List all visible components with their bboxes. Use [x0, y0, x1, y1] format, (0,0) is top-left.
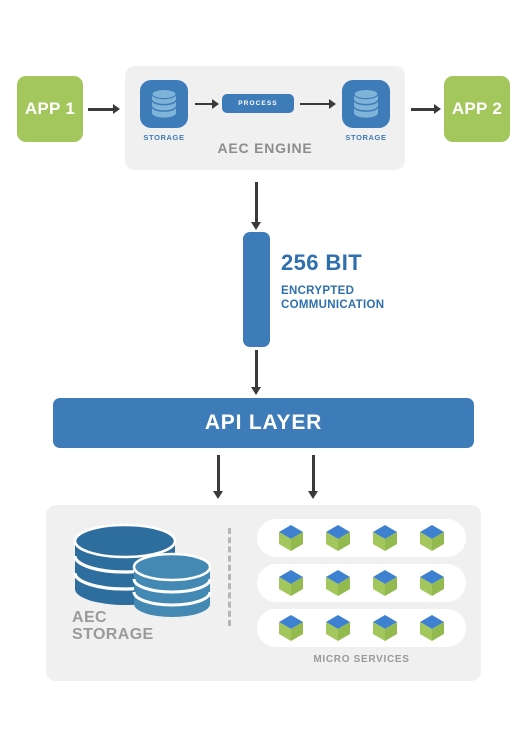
cube-icon — [325, 525, 350, 551]
arrow-engine-to-encryption — [251, 182, 261, 230]
arrow-storage-to-process — [195, 99, 219, 109]
cube-icon — [373, 570, 398, 596]
cube-icon — [325, 615, 350, 641]
cube-icon — [420, 615, 445, 641]
micro-services-group: MICRO SERVICES — [257, 519, 466, 665]
encryption-subtitle: ENCRYPTED COMMUNICATION — [281, 284, 491, 312]
aec-engine-title: AEC ENGINE — [217, 140, 313, 156]
api-layer-bar: API LAYER — [53, 398, 474, 448]
aec-storage-group — [68, 523, 238, 623]
engine-storage-out: STORAGE — [342, 80, 390, 142]
arrow-engine-to-app2 — [411, 104, 441, 114]
app-1-box: APP 1 — [17, 76, 83, 142]
engine-storage-in: STORAGE — [140, 80, 188, 142]
infrastructure-panel: AEC STORAGE MICRO SERVICES — [46, 505, 481, 681]
encryption-text-group: 256 BIT ENCRYPTED COMMUNICATION — [281, 250, 491, 312]
api-layer-label: API LAYER — [204, 411, 323, 434]
arrow-app1-to-engine — [88, 104, 120, 114]
aec-storage-label-line-1: AEC — [72, 609, 107, 626]
aec-engine-panel: STORAGE PROCESS STORAGE AEC ENGINE — [125, 66, 405, 170]
panel-divider — [228, 528, 231, 626]
service-row — [257, 519, 466, 557]
process-label: PROCESS — [238, 100, 278, 107]
storage-tile — [140, 80, 188, 128]
encryption-subtitle-line-2: COMMUNICATION — [281, 299, 385, 312]
arrow-encryption-to-api — [251, 350, 261, 395]
service-row — [257, 609, 466, 647]
encryption-bar — [243, 232, 270, 347]
process-pill: PROCESS — [222, 94, 294, 113]
cube-icon — [278, 525, 303, 551]
database-icon — [353, 89, 379, 118]
arrow-api-to-storage — [213, 455, 223, 499]
encryption-subtitle-line-1: ENCRYPTED — [281, 285, 355, 297]
cube-icon — [278, 570, 303, 596]
cube-icon — [420, 525, 445, 551]
app-2-box: APP 2 — [444, 76, 510, 142]
cube-icon — [373, 525, 398, 551]
cube-icon — [373, 615, 398, 641]
app-1-label: APP 1 — [24, 99, 76, 118]
app-2-label: APP 2 — [451, 99, 503, 118]
cube-icon — [278, 615, 303, 641]
service-row — [257, 564, 466, 602]
database-stack-icon — [73, 523, 212, 617]
cube-icon — [325, 570, 350, 596]
aec-storage-label: AEC STORAGE — [72, 609, 154, 644]
storage-tile — [342, 80, 390, 128]
cube-icon — [420, 570, 445, 596]
arrow-process-to-storage — [300, 99, 336, 109]
architecture-diagram: APP 1 STORAGE PROCESS STORAGE AEC ENGINE… — [0, 0, 527, 739]
database-icon — [151, 89, 177, 118]
micro-services-label: MICRO SERVICES — [313, 654, 410, 665]
encryption-title: 256 BIT — [281, 250, 363, 275]
aec-storage-label-line-2: STORAGE — [72, 626, 154, 644]
arrow-api-to-services — [308, 455, 318, 499]
